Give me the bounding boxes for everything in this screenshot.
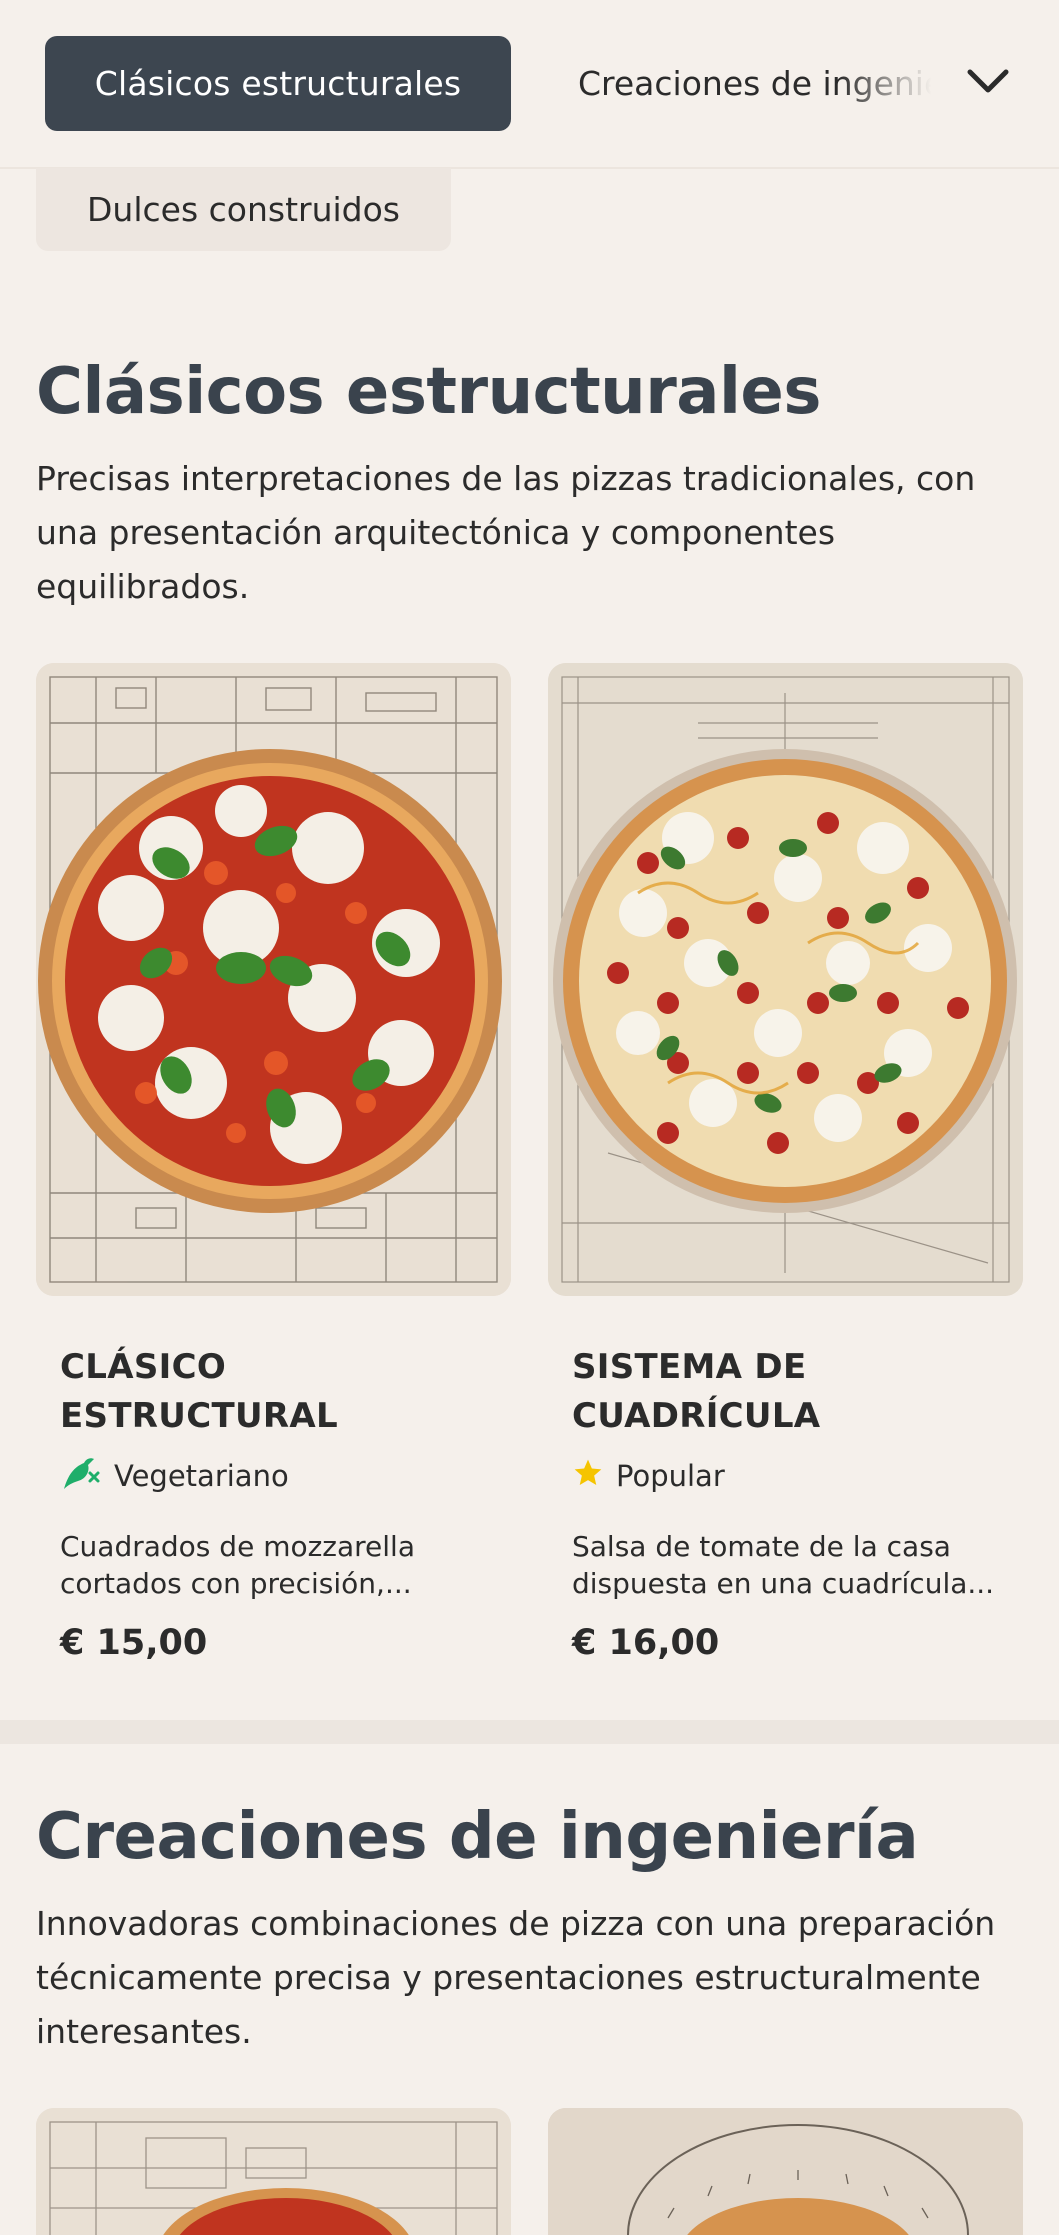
section-title: Clásicos estructurales [36, 355, 821, 429]
star-icon [572, 1457, 604, 1496]
section-description: Innovadoras combinaciones de pizza con u… [36, 1904, 996, 2051]
tab-clasicos-estructurales[interactable]: Clásicos estructurales [45, 36, 511, 131]
tab-dulces-construidos[interactable]: Dulces construidos [36, 168, 451, 251]
pizza-image-sistema-de-cuadricula[interactable] [548, 663, 1023, 1296]
section-title: Creaciones de ingeniería [36, 1800, 919, 1874]
vegetarian-icon [60, 1455, 102, 1498]
menu-item-name[interactable]: CLÁSICO ESTRUCTURAL [60, 1343, 480, 1441]
popular-tag: Popular [572, 1456, 725, 1496]
chevron-down-icon[interactable] [958, 52, 1018, 112]
menu-item-price: € 15,00 [60, 1623, 208, 1663]
vegetarian-tag: Vegetariano [60, 1456, 289, 1496]
category-nav: Clásicos estructurales Creaciones de ing… [0, 0, 1059, 169]
section-description: Precisas interpretaciones de las pizzas … [36, 459, 976, 606]
section-divider [0, 1720, 1059, 1744]
tab-label: Dulces construidos [87, 190, 400, 229]
pizza-image-clasico-estructural[interactable] [36, 663, 511, 1296]
menu-item-name[interactable]: SISTEMA DE CUADRÍCULA [572, 1343, 992, 1441]
tag-label: Vegetariano [114, 1459, 289, 1493]
tab-label: Clásicos estructurales [94, 64, 462, 103]
tag-label: Popular [616, 1459, 725, 1493]
menu-item-description: Cuadrados de mozzarella cortados con pre… [60, 1530, 415, 1600]
menu-item-description: Salsa de tomate de la casa dispuesta en … [572, 1530, 995, 1600]
menu-item-price: € 16,00 [572, 1623, 720, 1663]
pizza-image-creacion-1[interactable] [36, 2108, 511, 2235]
tab-scroll-fade [838, 36, 948, 131]
pizza-image-creacion-2[interactable] [548, 2108, 1023, 2235]
